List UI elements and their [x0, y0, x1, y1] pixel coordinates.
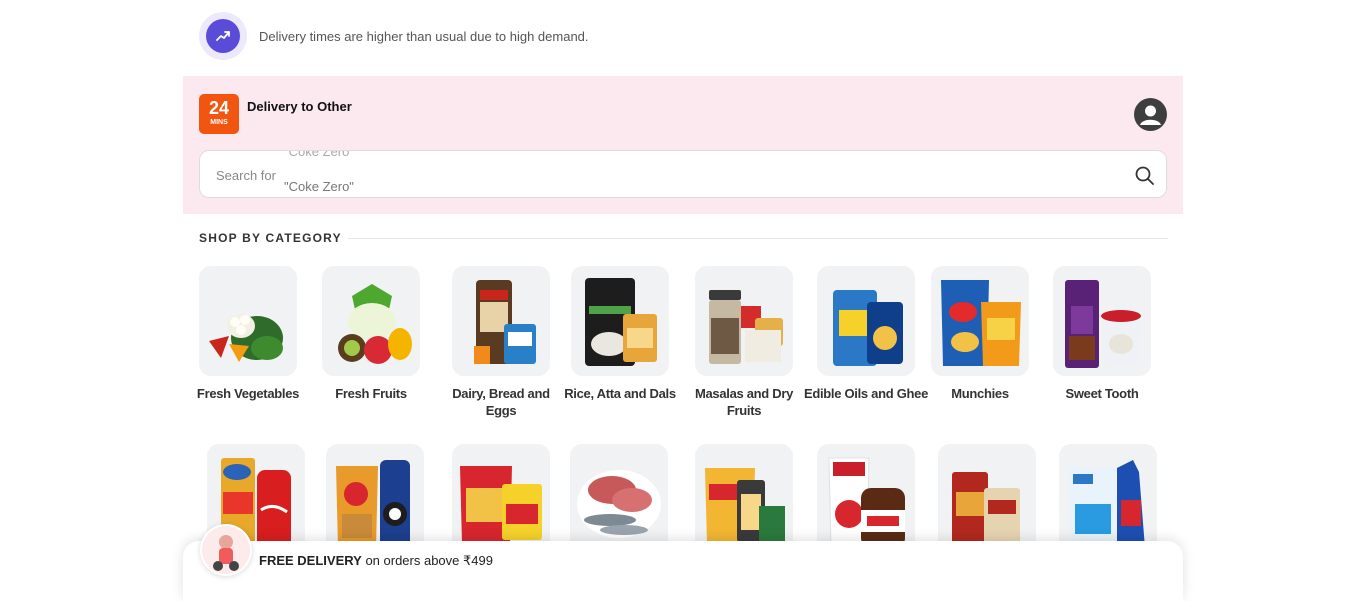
category-label: Munchies: [951, 386, 1009, 401]
category-dairy-bread-eggs[interactable]: Dairy, Bread and Eggs: [436, 266, 566, 419]
category-image: [695, 444, 793, 554]
category-image: [570, 444, 668, 554]
category-rice-atta-dals[interactable]: Rice, Atta and Dals: [555, 266, 685, 402]
badge-unit: MINS: [210, 119, 228, 126]
category-image: [452, 444, 550, 554]
demand-notice: Delivery times are higher than usual due…: [199, 12, 589, 60]
section-divider: [348, 238, 1168, 239]
category-image: [452, 266, 550, 376]
category-masalas-dry-fruits[interactable]: Masalas and Dry Fruits: [679, 266, 809, 419]
search-ghost-text: "Coke Zero": [284, 150, 354, 159]
category-instant-food[interactable]: [436, 444, 566, 554]
category-label: Masalas and Dry Fruits: [694, 386, 794, 418]
free-delivery-text: FREE DELIVERY on orders above ₹499: [259, 553, 493, 569]
category-image: [817, 444, 915, 554]
free-delivery-bold: FREE DELIVERY: [259, 553, 362, 568]
header: 24 MINS Delivery to Other Search for "Co…: [183, 76, 1183, 214]
section-title: SHOP BY CATEGORY: [199, 231, 342, 245]
category-label: Rice, Atta and Dals: [564, 386, 676, 401]
category-image: [199, 266, 297, 376]
category-cleaning-essentials[interactable]: [1043, 444, 1173, 554]
category-image: [322, 266, 420, 376]
category-image: [931, 266, 1029, 376]
category-image: [938, 444, 1036, 554]
search-prefix: Search for: [216, 168, 276, 183]
category-sauces-spreads[interactable]: [801, 444, 931, 554]
category-fresh-fruits[interactable]: Fresh Fruits: [306, 266, 436, 402]
category-label: Fresh Fruits: [335, 386, 407, 401]
category-edible-oils-ghee[interactable]: Edible Oils and Ghee: [801, 266, 931, 402]
category-label: Dairy, Bread and Eggs: [452, 386, 550, 418]
category-image: [1053, 266, 1151, 376]
category-label: Edible Oils and Ghee: [803, 386, 929, 401]
category-fresh-vegetables[interactable]: Fresh Vegetables: [183, 266, 313, 402]
delivery-scooter-icon: [200, 524, 252, 576]
trending-up-icon: [199, 12, 247, 60]
category-image: [571, 266, 669, 376]
search-bar[interactable]: Search for "Coke Zero" "Coke Zero": [199, 150, 1167, 198]
category-label: Sweet Tooth: [1065, 386, 1139, 401]
category-meat-fish[interactable]: [554, 444, 684, 554]
category-image: [326, 444, 424, 554]
free-delivery-banner: FREE DELIVERY on orders above ₹499: [183, 524, 1183, 601]
category-image: [695, 266, 793, 376]
category-label: Fresh Vegetables: [196, 386, 300, 401]
delivery-time-badge: 24 MINS: [199, 94, 239, 134]
category-sweet-tooth[interactable]: Sweet Tooth: [1037, 266, 1167, 402]
badge-number: 24: [208, 98, 230, 118]
category-munchies[interactable]: Munchies: [915, 266, 1045, 402]
search-placeholder: "Coke Zero": [284, 179, 354, 194]
notice-text: Delivery times are higher than usual due…: [259, 28, 589, 44]
delivery-location[interactable]: Delivery to Other: [247, 99, 352, 114]
category-tea-coffee[interactable]: [922, 444, 1052, 554]
category-breakfast[interactable]: [679, 444, 809, 554]
user-circle-icon[interactable]: [1134, 98, 1167, 131]
category-image: [1059, 444, 1157, 554]
category-biscuits[interactable]: [310, 444, 440, 554]
category-image: [817, 266, 915, 376]
free-delivery-rest: on orders above ₹499: [361, 553, 493, 568]
search-icon[interactable]: [1134, 165, 1156, 187]
